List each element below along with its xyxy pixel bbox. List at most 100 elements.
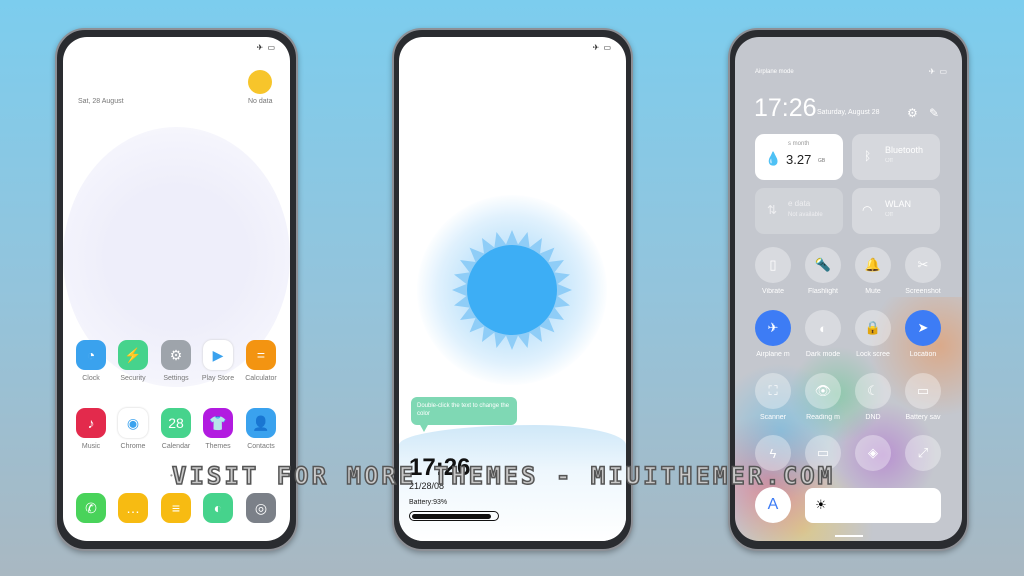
toggle-label: Reading m <box>806 414 840 421</box>
themes-icon: 👕 <box>203 408 233 438</box>
reading-m-icon: 👁 <box>805 373 841 409</box>
screenshot-icon: ✂ <box>905 247 941 283</box>
data-tile-unit: GB <box>818 158 826 164</box>
dnd-icon: ☾ <box>855 373 891 409</box>
battery-fill <box>411 513 491 519</box>
flashlight-icon: 🔦 <box>805 247 841 283</box>
mobile-data-tile[interactable]: ⇅ e data Not available <box>755 188 843 234</box>
app-label: Security <box>120 375 146 382</box>
cc-time: 17:26 <box>754 94 817 122</box>
bluetooth-icon: ᛒ <box>864 149 872 163</box>
toggle-dark-mode[interactable]: ◐ Dark mode <box>798 310 848 358</box>
dock-camera[interactable]: ◎ <box>240 493 282 523</box>
app-label: Chrome <box>120 443 146 450</box>
toggle-label: Airplane m <box>756 351 790 358</box>
app-contacts[interactable]: 👤 Contacts <box>240 408 282 450</box>
dock-messages[interactable]: … <box>112 493 154 523</box>
dock-phone[interactable]: ✆ <box>70 493 112 523</box>
notes-icon: ≡ <box>161 493 191 523</box>
settings-icon: ⚙ <box>161 340 191 370</box>
app-label: Music <box>81 443 101 450</box>
messages-icon: … <box>118 493 148 523</box>
edit-icon[interactable]: ✎ <box>929 106 939 120</box>
toggle-screenshot[interactable]: ✂ Screenshot <box>898 247 948 295</box>
app-music[interactable]: ♪ Music <box>70 408 112 450</box>
toggle-flashlight[interactable]: 🔦 Flashlight <box>798 247 848 295</box>
scanner-icon: ⛶ <box>755 373 791 409</box>
app-calendar[interactable]: 28 Calendar <box>155 408 197 450</box>
mobile-data-state: Not available <box>788 212 823 218</box>
music-icon: ♪ <box>76 408 106 438</box>
toggle-label: Scanner <box>759 414 787 421</box>
app-security[interactable]: ⚡ Security <box>112 340 154 382</box>
wlan-label: WLAN <box>885 199 912 209</box>
play-store-icon: ▶ <box>203 340 233 370</box>
app-clock[interactable]: ◔ Clock <box>70 340 112 382</box>
toggle-mute[interactable]: 🔔 Mute <box>848 247 898 295</box>
toggle-dnd[interactable]: ☾ DND <box>848 373 898 421</box>
cc-date: Saturday, August 28 <box>817 109 880 116</box>
water-drop-icon: 💧 <box>765 151 782 166</box>
weather-sun-icon[interactable] <box>248 70 272 94</box>
app-themes[interactable]: 👕 Themes <box>197 408 239 450</box>
toggle-location[interactable]: ➤ Location <box>898 310 948 358</box>
app-calculator[interactable]: = Calculator <box>240 340 282 382</box>
toggle-label: Flashlight <box>808 288 838 295</box>
toggle-label: Lock scree <box>856 351 890 358</box>
calendar-icon: 28 <box>161 408 191 438</box>
home-indicator <box>835 535 863 537</box>
status-icons: ✈ ▭ <box>928 67 948 76</box>
data-usage-tile[interactable]: 💧 s month 3.27 GB <box>755 134 843 180</box>
bluetooth-tile[interactable]: ᛒ Bluetooth Off <box>852 134 940 180</box>
location-icon: ➤ <box>905 310 941 346</box>
brightness-icon: ☀ <box>815 497 827 512</box>
toggle-reading-m[interactable]: 👁 Reading m <box>798 373 848 421</box>
mobile-data-icon: ⇅ <box>767 203 778 217</box>
home-date: Sat, 28 August <box>78 98 124 105</box>
settings-icon[interactable]: ⚙ <box>907 106 918 120</box>
toggle-label: Mute <box>865 288 881 295</box>
dock-browser[interactable]: ◐ <box>197 493 239 523</box>
app-chrome[interactable]: ◉ Chrome <box>112 408 154 450</box>
app-settings[interactable]: ⚙ Settings <box>155 340 197 382</box>
airplane-m-icon: ✈ <box>755 310 791 346</box>
toggle-lock-scree[interactable]: 🔒 Lock scree <box>848 310 898 358</box>
app-play-store[interactable]: ▶ Play Store <box>197 340 239 382</box>
toggle-label: Battery sav <box>905 414 941 421</box>
app-label: Settings <box>163 375 189 382</box>
tooltip: Double-click the text to change the colo… <box>411 397 517 425</box>
status-icons: ✈ ▭ <box>256 43 276 52</box>
wlan-tile[interactable]: ◠ WLAN Off <box>852 188 940 234</box>
watermark: VISIT FOR MORE THEMES - MIUITHEMER.COM <box>171 461 836 491</box>
toggle-label: DND <box>865 414 881 421</box>
mobile-data-label: e data <box>788 199 811 208</box>
toggle-label: Vibrate <box>761 288 785 295</box>
data-tile-value: 3.27 <box>786 152 812 167</box>
dock-notes[interactable]: ≡ <box>155 493 197 523</box>
battery-sav-icon: ▭ <box>905 373 941 409</box>
lock-scree-icon: 🔒 <box>855 310 891 346</box>
wlan-state: Off <box>885 212 893 218</box>
battery-bar <box>409 511 499 521</box>
toggle-vibrate[interactable]: ▯ Vibrate <box>748 247 798 295</box>
status-icons: ✈ ▭ <box>592 43 612 52</box>
toggle-label: Screenshot <box>905 288 941 295</box>
auto-brightness-button[interactable]: A <box>755 487 791 523</box>
chrome-icon: ◉ <box>118 408 148 438</box>
data-tile-label: s month <box>788 141 810 147</box>
toggle-airplane-m[interactable]: ✈ Airplane m <box>748 310 798 358</box>
app-label: Calendar <box>161 443 191 450</box>
toggle-scanner[interactable]: ⛶ Scanner <box>748 373 798 421</box>
toggle-toggle-14[interactable]: ◈ <box>848 435 898 476</box>
wifi-icon: ◠ <box>862 203 873 217</box>
toggle-battery-sav[interactable]: ▭ Battery sav <box>898 373 948 421</box>
contacts-icon: 👤 <box>246 408 276 438</box>
toggle-14-icon: ◈ <box>855 435 891 471</box>
toggle-label: Dark mode <box>805 351 841 358</box>
battery-text: Battery:93% <box>409 499 448 506</box>
toggle-toggle-15[interactable]: ⤢ <box>898 435 948 476</box>
dark-mode-icon: ◐ <box>805 310 841 346</box>
vibrate-icon: ▯ <box>755 247 791 283</box>
app-label: Calculator <box>245 375 277 382</box>
brightness-slider[interactable]: ☀ <box>805 488 941 523</box>
